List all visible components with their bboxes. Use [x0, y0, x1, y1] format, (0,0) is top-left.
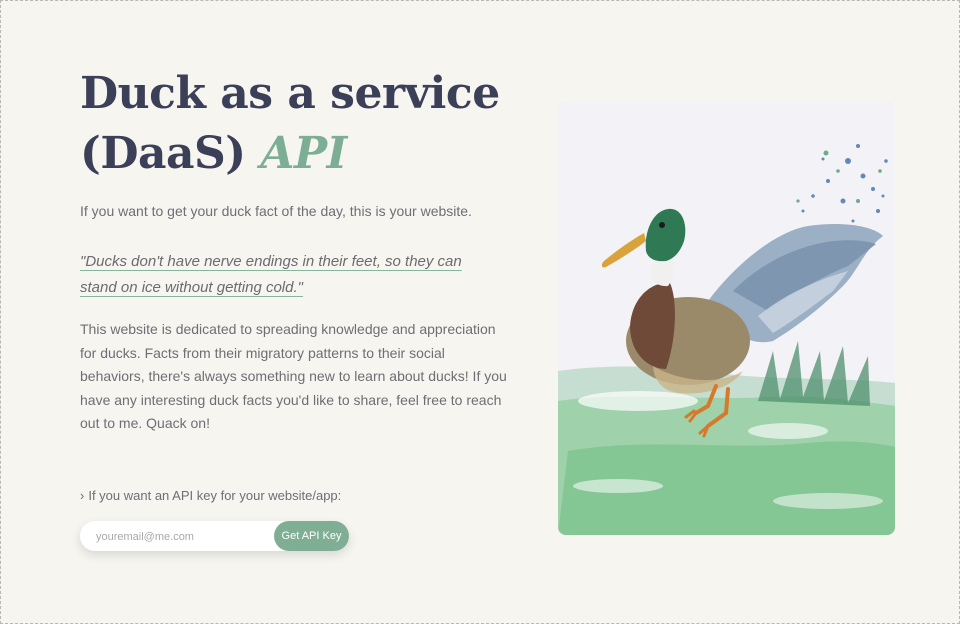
title-line-1: Duck as a service	[80, 68, 500, 119]
title-accent: API	[260, 128, 347, 179]
api-key-prompt: › If you want an API key for your website…	[80, 488, 341, 503]
page-title: Duck as a service (DaaS) API	[80, 64, 540, 184]
get-api-key-button[interactable]: Get API Key	[274, 521, 349, 551]
duck-fact-quote[interactable]: "Ducks don't have nerve endings in their…	[80, 249, 500, 301]
duck-illustration	[558, 101, 895, 535]
chevron-right-icon: ›	[80, 488, 85, 503]
description-text: This website is dedicated to spreading k…	[80, 321, 507, 432]
duck-watercolor-image	[558, 101, 895, 535]
intro-text: If you want to get your duck fact of the…	[80, 203, 472, 219]
email-input[interactable]	[94, 527, 268, 547]
api-key-form: Get API Key	[80, 521, 349, 551]
api-key-prompt-text: If you want an API key for your website/…	[88, 488, 342, 503]
title-line-2: (DaaS)	[80, 128, 246, 179]
